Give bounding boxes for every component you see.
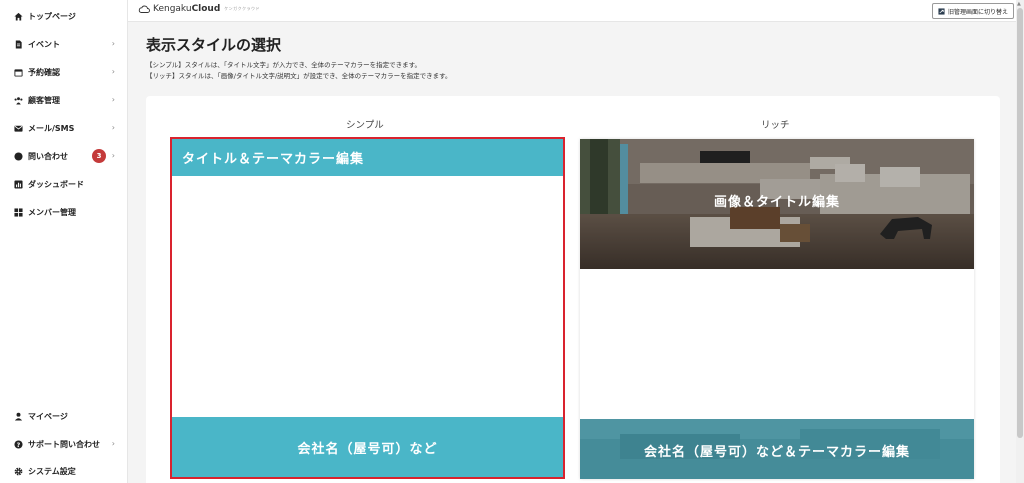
sidebar-item-members[interactable]: メンバー管理 — [0, 201, 128, 223]
users-icon — [14, 96, 23, 105]
sidebar-item-label: イベント — [28, 39, 60, 49]
sidebar-item-label: 予約確認 — [28, 67, 60, 77]
sidebar-item-reservations[interactable]: 予約確認 › — [0, 61, 128, 83]
cloud-icon — [138, 5, 150, 13]
chevron-right-icon: › — [111, 123, 115, 132]
notification-badge: 3 — [92, 149, 106, 163]
sidebar-item-mypage[interactable]: マイページ — [0, 405, 128, 427]
home-icon — [14, 12, 23, 21]
sidebar-item-dashboard[interactable]: ダッシュボード — [0, 173, 128, 195]
sidebar-item-support[interactable]: ? サポート問い合わせ › — [0, 433, 128, 455]
chart-icon — [14, 179, 23, 189]
simple-footer-bar: 会社名（屋号可）など — [172, 417, 563, 477]
sidebar-item-label: マイページ — [28, 411, 68, 421]
brand-logo[interactable]: Kengaku Cloud ケンガククラウド — [138, 4, 260, 14]
sidebar-item-label: 顧客管理 — [28, 95, 60, 105]
sidebar-item-label: サポート問い合わせ — [28, 439, 100, 449]
simple-style-label: シンプル — [346, 120, 384, 131]
help-icon: ? — [14, 439, 23, 449]
simple-style-card[interactable]: タイトル＆テーマカラー編集 会社名（屋号可）など — [170, 137, 565, 479]
description-simple: 【シンプル】スタイルは、「タイトル文字」が入力でき、全体のテーマカラーを指定でき… — [146, 61, 421, 69]
switch-icon — [938, 7, 945, 15]
page-scrollbar[interactable]: ▲ — [1016, 0, 1024, 483]
chat-icon — [14, 151, 23, 161]
sidebar-item-mail[interactable]: メール/SMS › — [0, 117, 128, 139]
rich-style-label: リッチ — [761, 120, 790, 131]
sidebar-item-customers[interactable]: 顧客管理 › — [0, 89, 128, 111]
rich-footer-bar: 会社名（屋号可）など＆テーマカラー編集 — [580, 419, 974, 479]
rich-image-title: 画像＆タイトル編集 — [713, 195, 840, 210]
mail-icon — [14, 124, 23, 133]
sidebar-item-label: メール/SMS — [28, 123, 75, 133]
simple-header-bar: タイトル＆テーマカラー編集 — [172, 139, 563, 176]
brand-subtitle: ケンガククラウド — [224, 6, 261, 11]
chevron-right-icon: › — [111, 67, 115, 76]
page-title: 表示スタイルの選択 — [146, 36, 282, 54]
chevron-right-icon: › — [111, 439, 115, 448]
document-icon — [14, 39, 23, 49]
grid-icon — [14, 207, 23, 217]
scroll-thumb[interactable] — [1017, 8, 1023, 438]
rich-style-card[interactable]: 画像＆タイトル編集 会社名（屋号可）など＆テーマカラー編集 — [580, 139, 974, 479]
calendar-icon — [14, 68, 23, 77]
person-icon — [14, 412, 23, 421]
top-bar: Kengaku Cloud ケンガククラウド 旧管理画面に切り替え — [128, 0, 1016, 22]
sidebar-item-top[interactable]: トップページ — [0, 5, 128, 27]
chevron-right-icon: › — [111, 95, 115, 104]
brand-bold: Cloud — [191, 4, 221, 14]
sidebar-item-event[interactable]: イベント › — [0, 33, 128, 55]
gear-icon — [14, 467, 23, 476]
svg-text:?: ? — [17, 441, 21, 448]
sidebar-item-label: ダッシュボード — [28, 179, 84, 189]
sidebar-item-inquiries[interactable]: 問い合わせ 3 › — [0, 145, 128, 167]
sidebar-item-settings[interactable]: システム設定 — [0, 460, 128, 482]
rich-footer-text: 会社名（屋号可）など＆テーマカラー編集 — [643, 445, 910, 460]
sidebar-item-label: システム設定 — [28, 466, 76, 476]
sidebar-item-label: 問い合わせ — [28, 151, 68, 161]
chevron-right-icon: › — [111, 39, 115, 48]
rich-header-image: 画像＆タイトル編集 — [580, 139, 974, 269]
description-rich: 【リッチ】スタイルは、「画像/タイトル文字/説明文」が設定でき、全体のテーマカラ… — [146, 72, 452, 80]
chevron-right-icon: › — [111, 151, 115, 160]
sidebar-item-label: トップページ — [28, 11, 76, 21]
switch-legacy-admin-button[interactable]: 旧管理画面に切り替え — [931, 3, 1014, 19]
sidebar-item-label: メンバー管理 — [28, 207, 76, 217]
sidebar: トップページ イベント › 予約確認 › 顧客管理 › メール/SMS › 問い… — [0, 0, 128, 483]
scroll-up-arrow-icon[interactable]: ▲ — [1017, 1, 1021, 7]
brand-light: Kengaku — [153, 4, 192, 14]
switch-legacy-admin-label: 旧管理画面に切り替え — [947, 8, 1008, 16]
